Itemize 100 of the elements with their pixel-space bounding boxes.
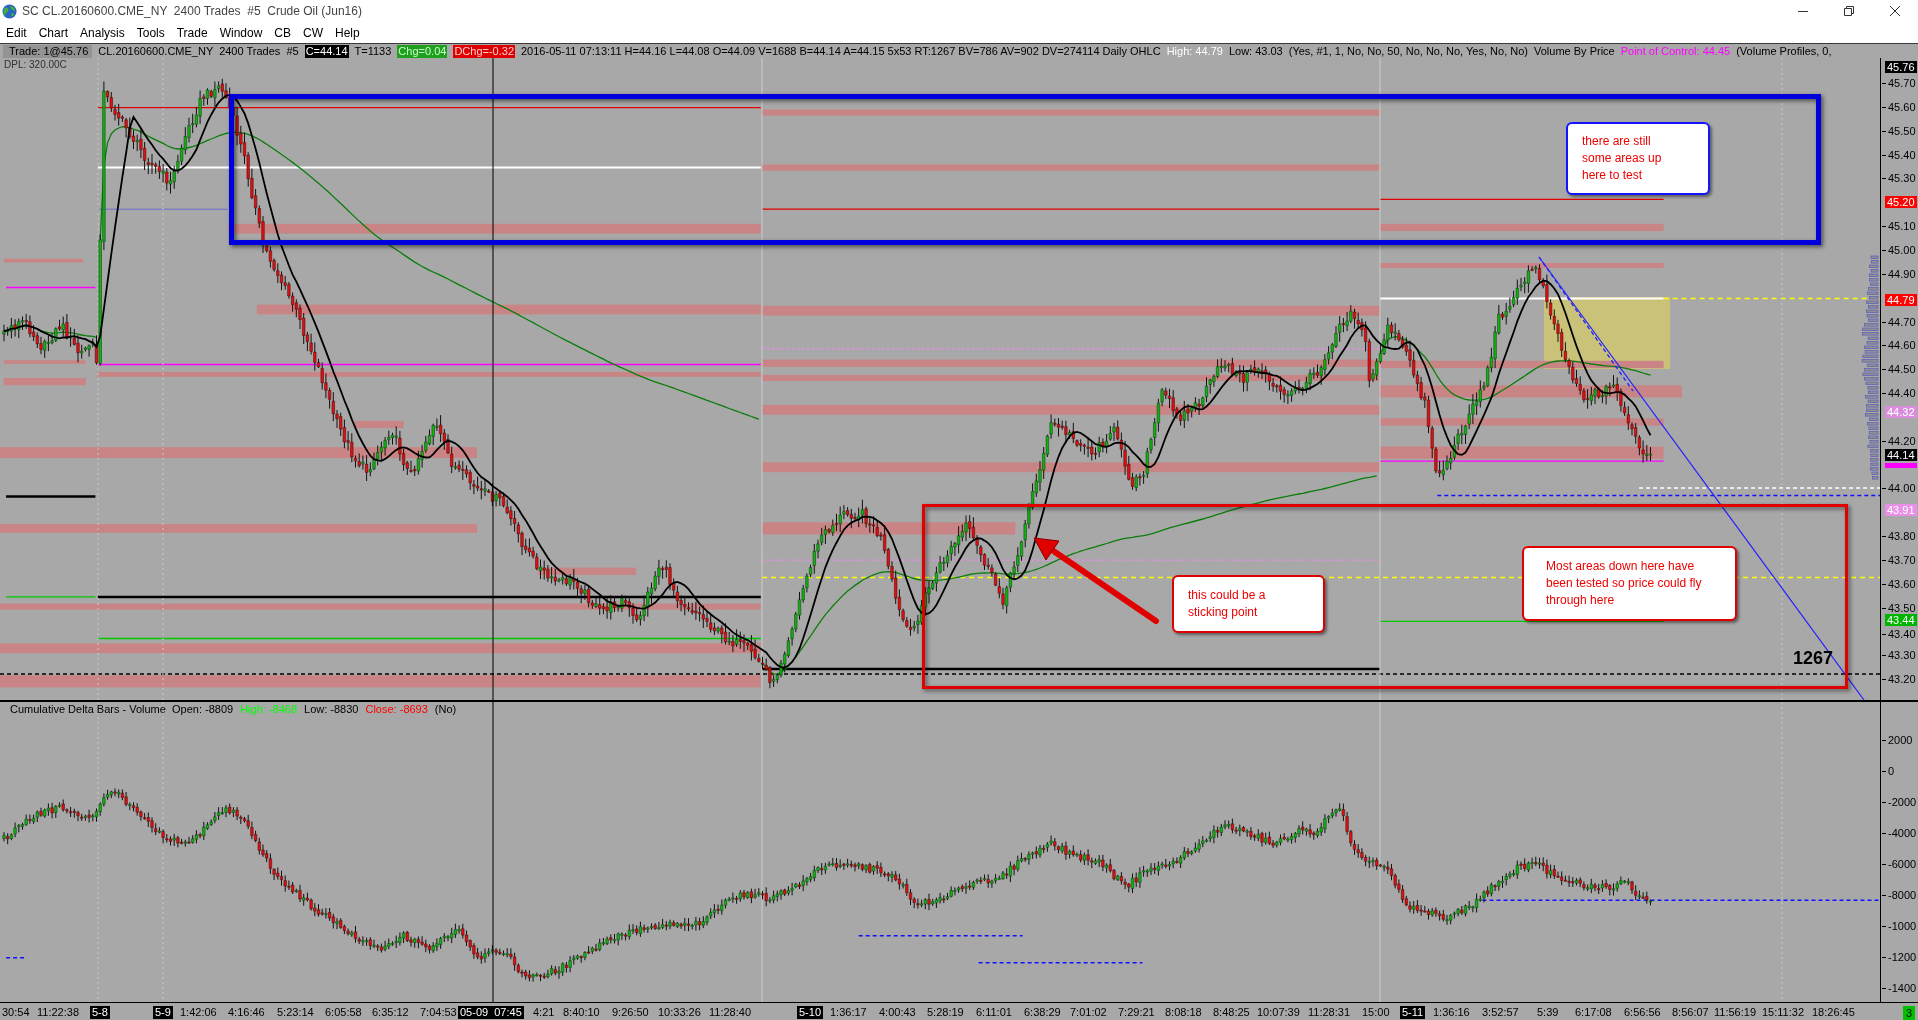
status-badge: 3	[1902, 1006, 1915, 1020]
price-axis-label: 43.70	[1882, 554, 1916, 566]
price-zone-bar	[354, 420, 404, 429]
price-marker: 44.79	[1885, 294, 1917, 306]
time-axis-label: 6:35:12	[372, 1006, 409, 1019]
menu-item[interactable]: Trade	[170, 23, 214, 42]
annotation-callout: Most areas down here have been tested so price could fly through here	[1522, 546, 1737, 621]
price-axis-label: 45.00	[1882, 243, 1916, 256]
time-axis-label: 8:08:18	[1165, 1006, 1202, 1019]
price-axis-label: 43.50	[1882, 601, 1916, 614]
price-axis-label: 43.30	[1882, 649, 1916, 662]
time-axis-label: 1:42:06	[180, 1006, 217, 1019]
price-axis-label: 45.40	[1882, 148, 1916, 161]
menu-item[interactable]: Help	[329, 23, 366, 42]
point-of-control-readout: Point of Control: 44.45	[1620, 44, 1731, 58]
time-axis-label: 4:21	[533, 1006, 555, 1019]
window-title: SC CL.20160600.CME_NY 2400 Trades #5 Crude Oil (Jun16)	[22, 4, 362, 18]
time-axis-label: 8:56:07	[1672, 1006, 1709, 1019]
time-axis-label: 4:00:43	[879, 1006, 916, 1019]
bar-counter: 1267	[1793, 648, 1834, 668]
time-axis-label: 6:17:08	[1575, 1006, 1612, 1019]
info-text: Volume By Price	[1534, 44, 1615, 58]
time-axis-label: 11:28:40	[709, 1006, 751, 1019]
menu-item[interactable]: Tools	[130, 23, 171, 42]
time-axis-label: 18:26:45	[1812, 1006, 1855, 1019]
time-axis-label: 11:22:38	[37, 1006, 79, 1019]
date-axis-label: 5-9	[153, 1006, 173, 1019]
menu-item[interactable]: CW	[297, 23, 329, 42]
time-axis-label: 5:28:19	[927, 1006, 964, 1019]
time-axis-label: 3:52:57	[1482, 1006, 1519, 1019]
restore-icon	[1844, 6, 1854, 16]
daily-change-readout: DChg=-0.32	[453, 44, 515, 58]
study-high-readout: High: -8468	[240, 703, 298, 716]
delta-axis-label: 0	[1882, 765, 1895, 777]
cursor-time-label: 05-09 07:45	[458, 1006, 524, 1019]
delta-axis-label: -1200	[1882, 951, 1917, 963]
info-text: Low: 43.03	[1228, 44, 1283, 58]
time-axis-label: 7:04:53	[420, 1006, 457, 1019]
price-marker-strip	[1885, 463, 1917, 468]
delta-axis-label: -4000	[1882, 827, 1917, 839]
info-text: 2016-05-11 07:13:11 H=44.16 L=44.08 O=44.09 V=1688 B=44.14 A=44.15 5x53 RT:1267 BV=786 AV=902 DV=274114 Daily OHLC	[521, 44, 1161, 58]
trade-readout: Trade: 1@45.76	[3, 44, 93, 58]
delta-axis-label: 2000	[1882, 734, 1913, 746]
study-header-text: Cumulative Delta Bars - Volume Open: -8809	[10, 703, 234, 716]
price-axis-label: 45.10	[1882, 220, 1916, 233]
price-axis-label: 43.60	[1882, 577, 1916, 590]
price-axis-label: 44.20	[1882, 434, 1916, 447]
session-high-readout: High: 44.79	[1166, 44, 1223, 58]
price-axis-label: 43.80	[1882, 530, 1916, 543]
price-axis-label: 43.40	[1882, 627, 1916, 640]
price-axis-label: 44.50	[1882, 363, 1916, 376]
menu-item[interactable]: CB	[268, 23, 297, 42]
info-text: (Volume Profiles, 0,	[1736, 44, 1832, 58]
menu-item[interactable]: Chart	[32, 23, 75, 42]
study-close-readout: Close: -8693	[365, 703, 428, 716]
time-axis-label: 6:11:01	[976, 1006, 1012, 1019]
delta-axis-label: -2000	[1882, 796, 1917, 808]
price-marker: 45.76	[1885, 61, 1917, 73]
change-readout: Chg=0.04	[397, 44, 448, 58]
delta-axis-label: -1400	[1882, 982, 1917, 994]
time-axis-label: 15:11:32	[1762, 1006, 1804, 1019]
price-axis-label: 44.00	[1882, 482, 1916, 495]
close-icon	[1890, 6, 1900, 16]
price-marker: 44.32	[1885, 406, 1917, 418]
globe-icon	[2, 3, 17, 19]
date-axis-label: 5-11	[1400, 1006, 1426, 1019]
menu-item[interactable]: Window	[213, 23, 269, 42]
delta-axis-label: -6000	[1882, 858, 1917, 870]
info-text: T=1133	[354, 44, 392, 58]
time-axis-label: 6:05:58	[325, 1006, 362, 1019]
time-axis-label: 1:36:16	[1433, 1006, 1470, 1019]
time-axis-label: 11:56:19	[1714, 1006, 1756, 1019]
last-price-readout: C=44.14	[304, 44, 349, 58]
info-text: CL.20160600.CME_NY 2400 Trades #5	[98, 44, 299, 58]
menu-item[interactable]: Edit	[0, 23, 33, 42]
price-axis-label: 45.60	[1882, 100, 1916, 113]
time-axis-label: 10:33:26	[658, 1006, 701, 1019]
time-axis-label: 1:36:17	[830, 1006, 867, 1019]
delta-axis-label: -8000	[1882, 889, 1917, 901]
price-axis-label: 44.70	[1882, 315, 1916, 328]
delta-axis-label: -1000	[1882, 920, 1917, 932]
info-text: (Yes, #1, 1, No, No, 50, No, No, No, Yes, No, No)	[1288, 44, 1528, 58]
annotation-callout: this could be a sticking point	[1172, 575, 1325, 633]
time-axis-label: 10:07:39	[1257, 1006, 1300, 1019]
dashed-level-line	[5, 957, 26, 959]
study-header-text: (No)	[434, 703, 457, 716]
menu-item[interactable]: Analysis	[74, 23, 131, 42]
time-axis-label: 6:38:29	[1024, 1006, 1061, 1019]
price-axis-label: 45.50	[1882, 124, 1916, 137]
time-axis-label: 6:56:56	[1624, 1006, 1661, 1019]
study-header-text: Low: -8830	[304, 703, 359, 716]
study-label: DPL: 320.00C	[4, 59, 67, 70]
time-axis-label: 7:01:02	[1070, 1006, 1107, 1019]
time-axis-label: 5:23:14	[277, 1006, 314, 1019]
time-axis-label: 11:28:31	[1308, 1006, 1350, 1019]
time-axis-label: 5:39	[1537, 1006, 1559, 1019]
price-marker: 44.14	[1885, 449, 1917, 461]
price-axis-label: 43.20	[1882, 673, 1916, 686]
date-axis-label: 5-8	[90, 1006, 110, 1019]
annotation-callout: there are still some areas up here to test	[1566, 122, 1710, 195]
